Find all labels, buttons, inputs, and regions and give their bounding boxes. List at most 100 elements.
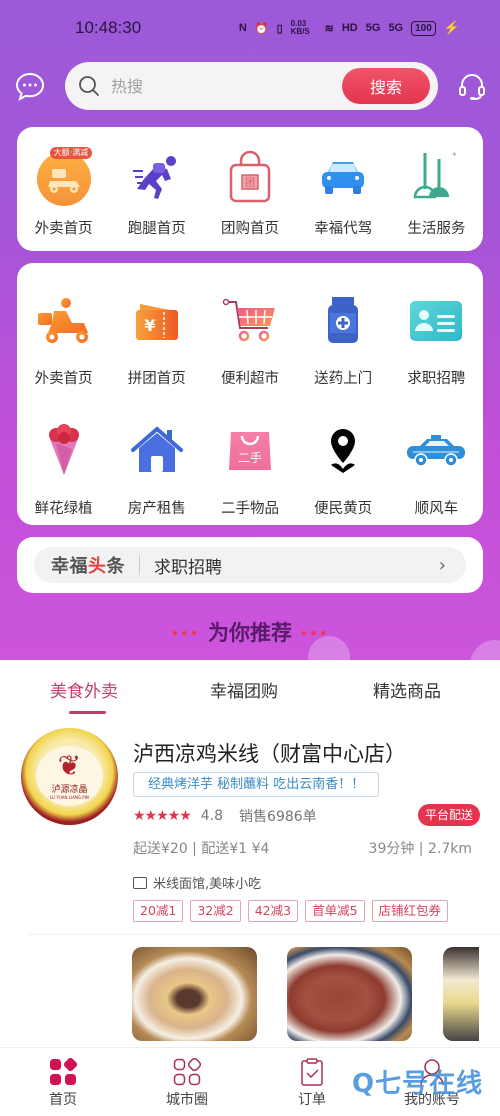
shopping-cart-icon — [218, 289, 282, 353]
service-supermarket[interactable]: 便利超市 — [203, 289, 296, 388]
headline-divider — [139, 555, 140, 575]
tab-selected-goods[interactable]: 精选商品 — [373, 677, 441, 702]
quick-service-errand[interactable]: 跑腿首页 — [110, 145, 203, 238]
headline-logo: 幸福头条 — [51, 556, 125, 577]
chevron-right-icon[interactable]: › — [439, 555, 446, 576]
service-label: 房产租售 — [127, 501, 186, 517]
promo-tag: 32减2 — [190, 900, 241, 922]
category-text: 米线面馆,美味小吃 — [153, 877, 262, 892]
service-pintuan[interactable]: ¥ 拼团首页 — [110, 289, 203, 388]
nfc-icon: N — [238, 22, 247, 34]
signal-icon: 5G — [365, 22, 381, 34]
promo-tags: 20减1 32减2 42减3 首单减5 店铺红包券 — [133, 900, 449, 922]
status-icons: N ⏰ ▯ 0.03 KB/S ≋ HD 5G 5G 100 ⚡ — [239, 20, 460, 36]
service-label: 拼团首页 — [127, 371, 186, 387]
quick-service-label: 生活服务 — [407, 221, 466, 237]
dish-image-rice-noodles[interactable] — [132, 947, 257, 1041]
service-medicine[interactable]: 送药上门 — [297, 289, 390, 388]
service-label: 顺风车 — [414, 501, 459, 517]
coupon-ticket-icon: ¥ — [125, 289, 189, 353]
store-name[interactable]: 泸西凉鸡米线（财富中心店） — [133, 738, 406, 768]
dish-image-potato[interactable] — [443, 947, 479, 1041]
divider — [28, 934, 500, 935]
quick-service-label: 幸福代驾 — [314, 221, 373, 237]
service-flowers[interactable]: 鲜花绿植 — [17, 419, 110, 518]
service-realestate[interactable]: 房产租售 — [110, 419, 203, 518]
delivery-info: 起送¥20 | 配送¥1 ¥4 — [133, 841, 270, 857]
logo-text-en: LU YUAN LIANG PIN — [50, 795, 89, 800]
status-bar: 10:48:30 N ⏰ ▯ 0.03 KB/S ≋ HD 5G 5G 100 … — [0, 0, 500, 58]
recommend-section-title: ••• 为你推荐 ••• — [170, 621, 330, 645]
tab-group-buy[interactable]: 幸福团购 — [210, 677, 278, 702]
signal-icon-2: 5G — [388, 22, 404, 34]
user-account-icon — [418, 1058, 446, 1086]
car-icon — [311, 145, 375, 209]
svg-text:二手: 二手 — [238, 451, 262, 465]
nav-label: 首页 — [49, 1092, 77, 1108]
city-circle-icon — [173, 1057, 202, 1086]
service-secondhand[interactable]: 二手 二手物品 — [203, 419, 296, 518]
nav-home[interactable]: 首页 — [23, 1057, 103, 1109]
rating-row: ★★★★★ 4.8 销售6986单 — [133, 806, 317, 826]
service-label: 鲜花绿植 — [34, 501, 93, 517]
nav-orders[interactable]: 订单 — [272, 1058, 352, 1109]
store-category: 米线面馆,美味小吃 — [133, 873, 261, 892]
quick-services-card: 大额·满减 外卖首页 跑腿首页 团 团购首页 幸福代驾 ✦ 生活服务 — [17, 127, 483, 251]
location-pin-icon — [311, 419, 375, 483]
svg-text:团: 团 — [245, 177, 255, 189]
message-icon[interactable] — [14, 70, 46, 102]
id-card-icon — [404, 289, 468, 353]
active-tab-indicator — [69, 711, 106, 714]
eta-distance: 39分钟 | 2.7km — [368, 841, 472, 857]
service-label: 外卖首页 — [34, 371, 93, 387]
runner-icon — [125, 145, 189, 209]
sales-count: 销售6986单 — [239, 809, 317, 825]
service-carpool[interactable]: 顺风车 — [390, 419, 483, 518]
decor-dots-left: ••• — [170, 627, 200, 641]
tab-food-delivery[interactable]: 美食外卖 — [50, 677, 118, 702]
service-label: 二手物品 — [220, 501, 279, 517]
rating-value: 4.8 — [200, 808, 224, 824]
nav-account[interactable]: 我的账号 — [392, 1058, 472, 1109]
flower-bouquet-icon — [32, 419, 96, 483]
battery-icon: 100 — [411, 20, 436, 36]
hd-icon: HD — [341, 22, 358, 34]
service-yellowpages[interactable]: 便民黄页 — [297, 419, 390, 518]
vibrate-icon: ▯ — [276, 22, 283, 35]
broom-icon: ✦ — [404, 145, 468, 209]
service-jobs[interactable]: 求职招聘 — [390, 289, 483, 388]
second-hand-bag-icon: 二手 — [218, 419, 282, 483]
store-card[interactable]: ❦ 泸源凉晶 LU YUAN LIANG PIN 泸西凉鸡米线（财富中心店） 经… — [0, 718, 500, 1048]
charging-icon: ⚡ — [443, 20, 460, 35]
service-label: 便民黄页 — [314, 501, 373, 517]
delivery-rider-icon — [32, 289, 96, 353]
svg-text:¥: ¥ — [144, 316, 155, 335]
search-input[interactable] — [111, 74, 331, 98]
quick-service-life[interactable]: ✦ 生活服务 — [390, 145, 483, 238]
quick-service-driver[interactable]: 幸福代驾 — [297, 145, 390, 238]
service-takeout[interactable]: 外卖首页 — [17, 289, 110, 388]
scooter-icon: 大额·满减 — [32, 145, 96, 209]
search-button[interactable]: 搜索 — [342, 68, 430, 104]
promo-tag: 首单减5 — [305, 900, 365, 922]
quick-service-label: 跑腿首页 — [127, 221, 186, 237]
headline-ticker[interactable]: 幸福头条 求职招聘 › — [34, 547, 466, 583]
quick-service-takeout[interactable]: 大额·满减 外卖首页 — [17, 145, 110, 238]
quick-service-groupbuy[interactable]: 团 团购首页 — [203, 145, 296, 238]
nav-city-circle[interactable]: 城市圈 — [147, 1057, 227, 1109]
shopping-bag-icon: 团 — [218, 145, 282, 209]
alarm-icon: ⏰ — [254, 22, 269, 35]
svg-text:✦: ✦ — [451, 150, 458, 159]
headline-text[interactable]: 求职招聘 — [154, 553, 439, 578]
decor-dots-right: ••• — [300, 627, 330, 641]
quick-service-label: 团购首页 — [220, 221, 279, 237]
search-icon — [78, 75, 100, 97]
customer-service-icon[interactable] — [456, 70, 488, 102]
nav-label: 订单 — [298, 1092, 326, 1108]
quick-service-label: 外卖首页 — [34, 221, 93, 237]
search-bar[interactable]: 搜索 — [65, 62, 438, 110]
promo-badge: 大额·满减 — [49, 147, 93, 159]
order-clipboard-icon — [298, 1058, 326, 1086]
bottom-navigation: 首页 城市圈 订单 我的账号 — [0, 1047, 500, 1116]
dish-image-chicken-feet[interactable] — [287, 947, 412, 1041]
